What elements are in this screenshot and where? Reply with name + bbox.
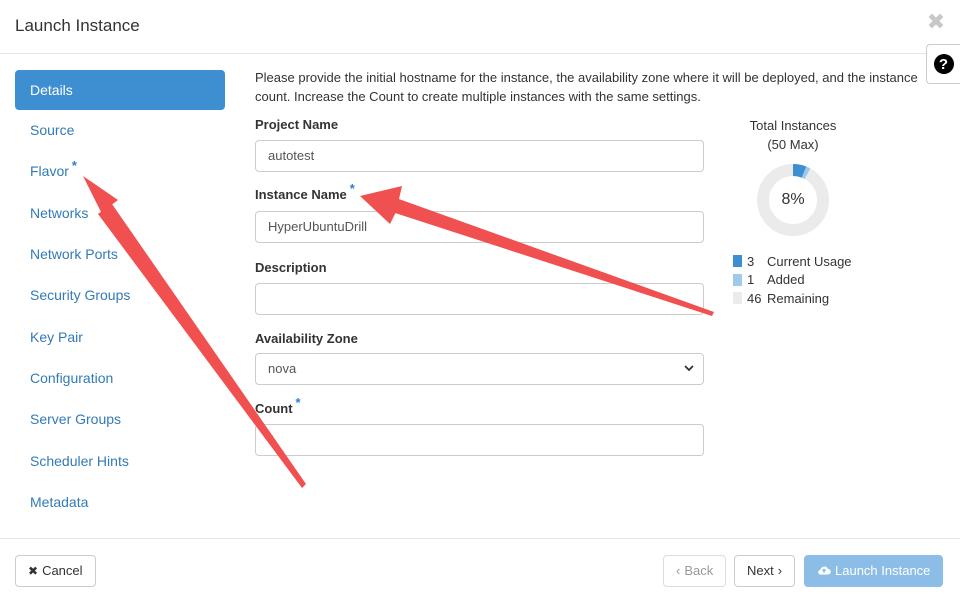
next-button-label: Next	[747, 563, 774, 578]
nav-item-network-ports[interactable]: Network Ports	[15, 234, 225, 274]
quota-title-line2: (50 Max)	[767, 137, 819, 152]
nav-item-label: Details	[30, 82, 73, 98]
nav-item-label: Metadata	[30, 494, 89, 510]
required-marker: *	[71, 158, 77, 173]
quota-title-line1: Total Instances	[749, 118, 837, 133]
availability-zone-value: nova	[268, 361, 297, 376]
legend-label: Added	[767, 272, 805, 288]
close-icon[interactable]: ✖	[926, 10, 946, 34]
legend-item-added: 1 Added	[733, 271, 852, 290]
back-button[interactable]: ‹ Back	[663, 555, 727, 587]
instance-name-input[interactable]: HyperUbuntuDrill	[255, 211, 704, 243]
availability-zone-select[interactable]: nova	[255, 353, 704, 385]
legend-item-remaining: 46 Remaining	[733, 289, 852, 308]
nav-item-configuration[interactable]: Configuration	[15, 358, 225, 398]
nav-item-label: Source	[30, 122, 75, 138]
nav-item-networks[interactable]: Networks	[15, 193, 225, 233]
quota-legend: 3 Current Usage 1 Added 46 Remaining	[733, 252, 852, 308]
next-button[interactable]: Next ›	[734, 555, 796, 587]
quota-percent: 8%	[781, 191, 805, 208]
nav-item-security-groups[interactable]: Security Groups	[15, 275, 225, 315]
modal-footer: ✖ Cancel ‹ Back Next › Launch Instance	[0, 538, 960, 594]
nav-item-metadata[interactable]: Metadata	[15, 482, 225, 522]
launch-button-label: Launch Instance	[835, 563, 931, 578]
project-name-input[interactable]: autotest	[255, 140, 704, 172]
cancel-button[interactable]: ✖ Cancel	[15, 555, 96, 587]
nav-item-server-groups[interactable]: Server Groups	[15, 399, 225, 439]
project-name-label: Project Name	[255, 117, 339, 132]
legend-swatch	[733, 273, 742, 286]
modal-header: Launch Instance	[0, 0, 960, 54]
count-label: Count *	[255, 395, 301, 416]
nav-item-source[interactable]: Source	[15, 110, 225, 150]
instance-name-label-text: Instance Name	[255, 187, 347, 202]
nav-item-flavor[interactable]: Flavor *	[15, 151, 225, 191]
legend-count: 3	[747, 253, 755, 269]
legend-label: Remaining	[767, 290, 830, 306]
quota-title: Total Instances (50 Max)	[733, 116, 853, 154]
availability-zone-label: Availability Zone	[255, 331, 358, 346]
nav-item-label: Configuration	[30, 370, 114, 386]
nav-item-scheduler-hints[interactable]: Scheduler Hints	[15, 441, 225, 481]
nav-item-label: Flavor	[30, 163, 69, 179]
back-button-label: Back	[684, 563, 714, 578]
count-value: 1	[268, 432, 276, 447]
nav-item-label: Networks	[30, 205, 89, 221]
chevron-down-icon	[683, 354, 695, 395]
instance-name-value: HyperUbuntuDrill	[268, 219, 367, 234]
legend-label: Current Usage	[767, 253, 852, 269]
launch-instance-button[interactable]: Launch Instance	[804, 555, 944, 587]
cancel-button-label: Cancel	[42, 563, 83, 578]
chevron-left-icon: ‹	[676, 563, 681, 578]
question-circle-icon: ?	[933, 54, 954, 74]
count-label-text: Count	[255, 401, 293, 416]
cloud-upload-icon	[817, 557, 831, 587]
count-input[interactable]: 1	[255, 424, 704, 456]
nav-item-label: Scheduler Hints	[30, 453, 129, 469]
description-input[interactable]	[255, 283, 704, 315]
legend-swatch	[733, 292, 742, 305]
legend-item-current-usage: 3 Current Usage	[733, 252, 852, 271]
legend-count: 1	[747, 272, 755, 288]
project-name-value: autotest	[268, 148, 315, 163]
legend-count: 46	[747, 290, 762, 306]
required-marker: *	[349, 181, 355, 196]
nav-item-label: Key Pair	[30, 329, 83, 345]
nav-item-label: Server Groups	[30, 411, 122, 427]
chevron-right-icon: ›	[777, 563, 783, 578]
description-label: Description	[255, 260, 327, 275]
modal-title: Launch Instance	[15, 16, 140, 35]
legend-swatch	[733, 255, 742, 268]
nav-item-details[interactable]: Details	[15, 70, 225, 110]
instance-name-label: Instance Name *	[255, 181, 355, 202]
details-intro: Please provide the initial hostname for …	[255, 70, 918, 104]
nav-item-label: Network Ports	[30, 246, 118, 262]
required-marker: *	[295, 395, 301, 410]
nav-item-label: Security Groups	[30, 287, 131, 303]
close-icon: ✖	[28, 564, 39, 578]
nav-item-key-pair[interactable]: Key Pair	[15, 317, 225, 357]
